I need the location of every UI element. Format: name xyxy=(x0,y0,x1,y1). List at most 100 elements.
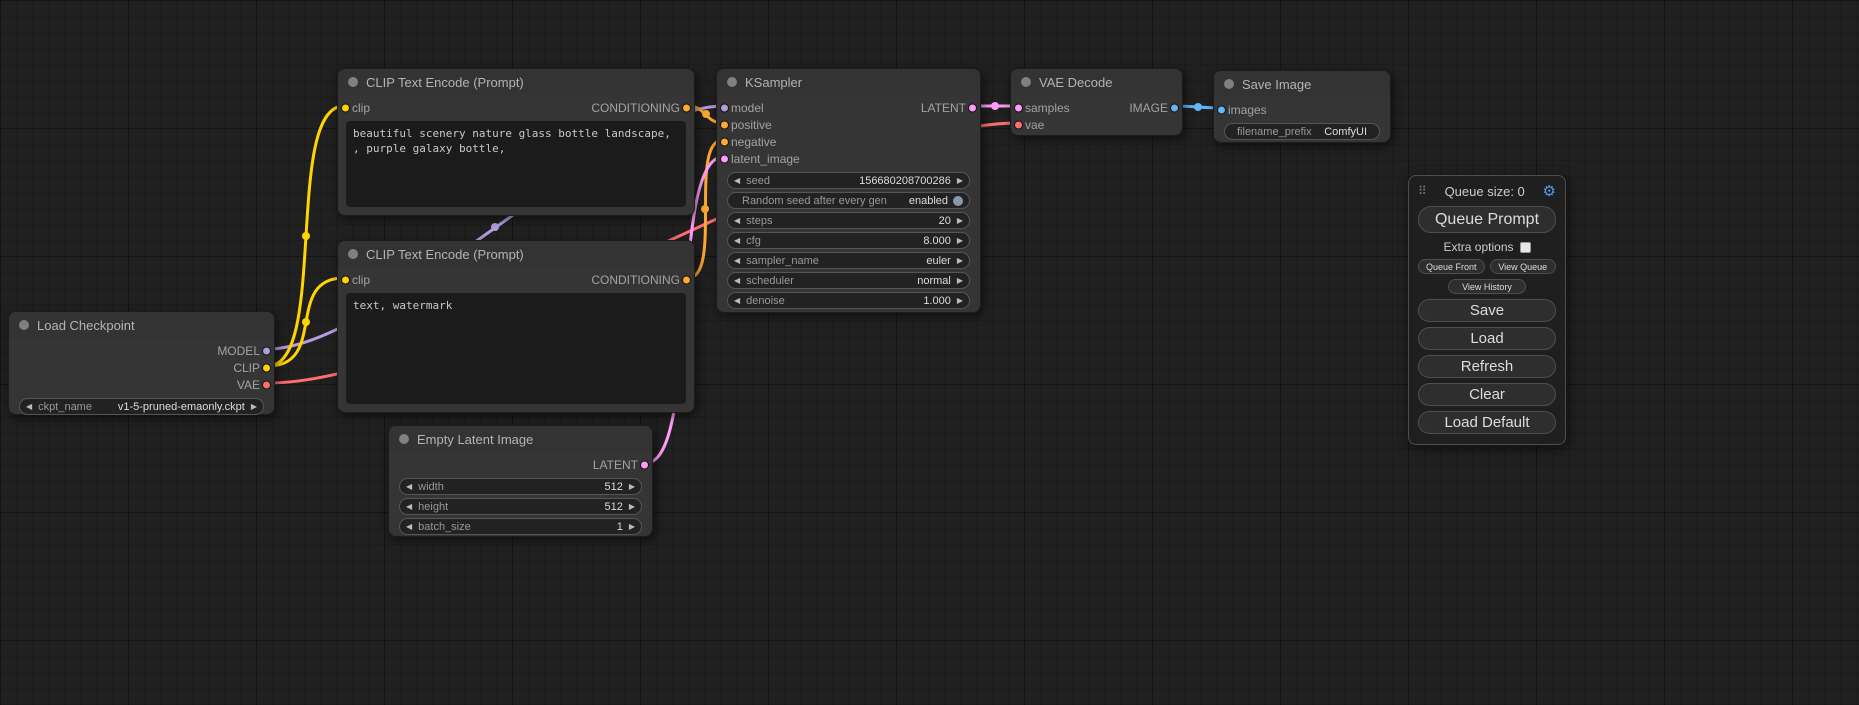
vae-input-slot[interactable] xyxy=(1014,120,1023,129)
conditioning-output-slot[interactable] xyxy=(682,103,691,112)
view-queue-button[interactable]: View Queue xyxy=(1490,259,1557,274)
latent-output-slot[interactable] xyxy=(640,460,649,469)
node-title-bar[interactable]: Load Checkpoint xyxy=(9,312,274,338)
node-title-bar[interactable]: CLIP Text Encode (Prompt) xyxy=(338,69,694,95)
load-default-button[interactable]: Load Default xyxy=(1418,411,1556,434)
decrement-arrow-icon[interactable]: ◀ xyxy=(734,257,740,265)
increment-arrow-icon[interactable]: ▶ xyxy=(957,277,963,285)
extra-options-checkbox[interactable] xyxy=(1520,242,1531,253)
widget-value: 156680208700286 xyxy=(776,175,951,187)
slot-label: samples xyxy=(1025,101,1070,115)
clip-output-slot[interactable] xyxy=(262,363,271,372)
queue-front-button[interactable]: Queue Front xyxy=(1418,259,1485,274)
decrement-arrow-icon[interactable]: ◀ xyxy=(734,177,740,185)
input-row-images: images xyxy=(1214,101,1390,118)
node-title-bar[interactable]: VAE Decode xyxy=(1011,69,1182,95)
node-ksampler[interactable]: KSampler LATENT model positive negative … xyxy=(716,68,981,313)
node-empty-latent-image[interactable]: Empty Latent Image LATENT ◀ width 512 ▶ … xyxy=(388,425,653,537)
node-title: Save Image xyxy=(1242,77,1311,92)
vae-output-slot[interactable] xyxy=(262,380,271,389)
steps-stepper[interactable]: ◀ steps 20 ▶ xyxy=(727,212,970,229)
height-stepper[interactable]: ◀ height 512 ▶ xyxy=(399,498,642,515)
save-button[interactable]: Save xyxy=(1418,299,1556,322)
queue-actions-row: Queue Front View Queue xyxy=(1418,259,1556,274)
input-row-vae: vae xyxy=(1011,116,1182,133)
clip-input-slot[interactable] xyxy=(341,103,350,112)
node-title-bar[interactable]: KSampler xyxy=(717,69,980,95)
clear-button[interactable]: Clear xyxy=(1418,383,1556,406)
history-row: View History xyxy=(1418,279,1556,294)
drag-handle-icon[interactable]: ⠿ xyxy=(1418,184,1427,198)
collapse-dot-icon[interactable] xyxy=(399,434,409,444)
latent-image-input-slot[interactable] xyxy=(720,154,729,163)
filename-prefix-field[interactable]: filename_prefix ComfyUI xyxy=(1224,123,1380,140)
collapse-dot-icon[interactable] xyxy=(19,320,29,330)
random-seed-toggle[interactable]: Random seed after every gen enabled xyxy=(727,192,970,209)
collapse-dot-icon[interactable] xyxy=(1021,77,1031,87)
increment-arrow-icon[interactable]: ▶ xyxy=(629,503,635,511)
increment-arrow-icon[interactable]: ▶ xyxy=(629,483,635,491)
prompt-text-area[interactable]: text, watermark xyxy=(346,293,686,404)
view-history-button[interactable]: View History xyxy=(1448,279,1526,294)
slot-label: LATENT xyxy=(593,458,638,472)
collapse-dot-icon[interactable] xyxy=(348,249,358,259)
increment-arrow-icon[interactable]: ▶ xyxy=(629,523,635,531)
slot-label: MODEL xyxy=(217,344,260,358)
scheduler-combo[interactable]: ◀ scheduler normal ▶ xyxy=(727,272,970,289)
node-clip-text-encode-negative[interactable]: CLIP Text Encode (Prompt) clip CONDITION… xyxy=(337,240,695,413)
node-title: Empty Latent Image xyxy=(417,432,533,447)
samples-input-slot[interactable] xyxy=(1014,103,1023,112)
conditioning-output-slot[interactable] xyxy=(682,275,691,284)
images-input-slot[interactable] xyxy=(1217,105,1226,114)
increment-arrow-icon[interactable]: ▶ xyxy=(957,237,963,245)
node-title-bar[interactable]: CLIP Text Encode (Prompt) xyxy=(338,241,694,267)
slot-label: positive xyxy=(731,118,772,132)
decrement-arrow-icon[interactable]: ◀ xyxy=(406,523,412,531)
node-clip-text-encode-positive[interactable]: CLIP Text Encode (Prompt) clip CONDITION… xyxy=(337,68,695,216)
node-vae-decode[interactable]: VAE Decode IMAGE samples vae xyxy=(1010,68,1183,136)
collapse-dot-icon[interactable] xyxy=(727,77,737,87)
slot-label: latent_image xyxy=(731,152,800,166)
queue-prompt-button[interactable]: Queue Prompt xyxy=(1418,206,1556,233)
refresh-button[interactable]: Refresh xyxy=(1418,355,1556,378)
widget-label: scheduler xyxy=(746,275,794,287)
increment-arrow-icon[interactable]: ▶ xyxy=(251,403,257,411)
clip-input-slot[interactable] xyxy=(341,275,350,284)
cfg-stepper[interactable]: ◀ cfg 8.000 ▶ xyxy=(727,232,970,249)
settings-gear-icon[interactable]: ⚙ xyxy=(1543,182,1556,200)
increment-arrow-icon[interactable]: ▶ xyxy=(957,297,963,305)
collapse-dot-icon[interactable] xyxy=(348,77,358,87)
decrement-arrow-icon[interactable]: ◀ xyxy=(734,277,740,285)
increment-arrow-icon[interactable]: ▶ xyxy=(957,257,963,265)
node-save-image[interactable]: Save Image images filename_prefix ComfyU… xyxy=(1213,70,1391,143)
width-stepper[interactable]: ◀ width 512 ▶ xyxy=(399,478,642,495)
node-title-bar[interactable]: Empty Latent Image xyxy=(389,426,652,452)
decrement-arrow-icon[interactable]: ◀ xyxy=(734,217,740,225)
toggle-knob-icon[interactable] xyxy=(953,196,963,206)
sampler-name-combo[interactable]: ◀ sampler_name euler ▶ xyxy=(727,252,970,269)
input-row-model: model xyxy=(717,99,980,116)
model-input-slot[interactable] xyxy=(720,103,729,112)
increment-arrow-icon[interactable]: ▶ xyxy=(957,177,963,185)
negative-input-slot[interactable] xyxy=(720,137,729,146)
batch-size-stepper[interactable]: ◀ batch_size 1 ▶ xyxy=(399,518,642,535)
seed-stepper[interactable]: ◀ seed 156680208700286 ▶ xyxy=(727,172,970,189)
widget-label: batch_size xyxy=(418,521,471,533)
node-title-bar[interactable]: Save Image xyxy=(1214,71,1390,97)
model-output-slot[interactable] xyxy=(262,346,271,355)
ckpt-name-combo[interactable]: ◀ ckpt_name v1-5-pruned-emaonly.ckpt ▶ xyxy=(19,398,264,415)
prompt-text-area[interactable]: beautiful scenery nature glass bottle la… xyxy=(346,121,686,207)
decrement-arrow-icon[interactable]: ◀ xyxy=(406,483,412,491)
node-graph-canvas[interactable]: Load Checkpoint MODEL CLIP VAE ◀ ckpt_na… xyxy=(0,0,1859,705)
decrement-arrow-icon[interactable]: ◀ xyxy=(26,403,32,411)
decrement-arrow-icon[interactable]: ◀ xyxy=(406,503,412,511)
input-row-latent-image: latent_image xyxy=(717,150,980,167)
positive-input-slot[interactable] xyxy=(720,120,729,129)
decrement-arrow-icon[interactable]: ◀ xyxy=(734,297,740,305)
increment-arrow-icon[interactable]: ▶ xyxy=(957,217,963,225)
denoise-stepper[interactable]: ◀ denoise 1.000 ▶ xyxy=(727,292,970,309)
node-load-checkpoint[interactable]: Load Checkpoint MODEL CLIP VAE ◀ ckpt_na… xyxy=(8,311,275,415)
decrement-arrow-icon[interactable]: ◀ xyxy=(734,237,740,245)
collapse-dot-icon[interactable] xyxy=(1224,79,1234,89)
load-button[interactable]: Load xyxy=(1418,327,1556,350)
